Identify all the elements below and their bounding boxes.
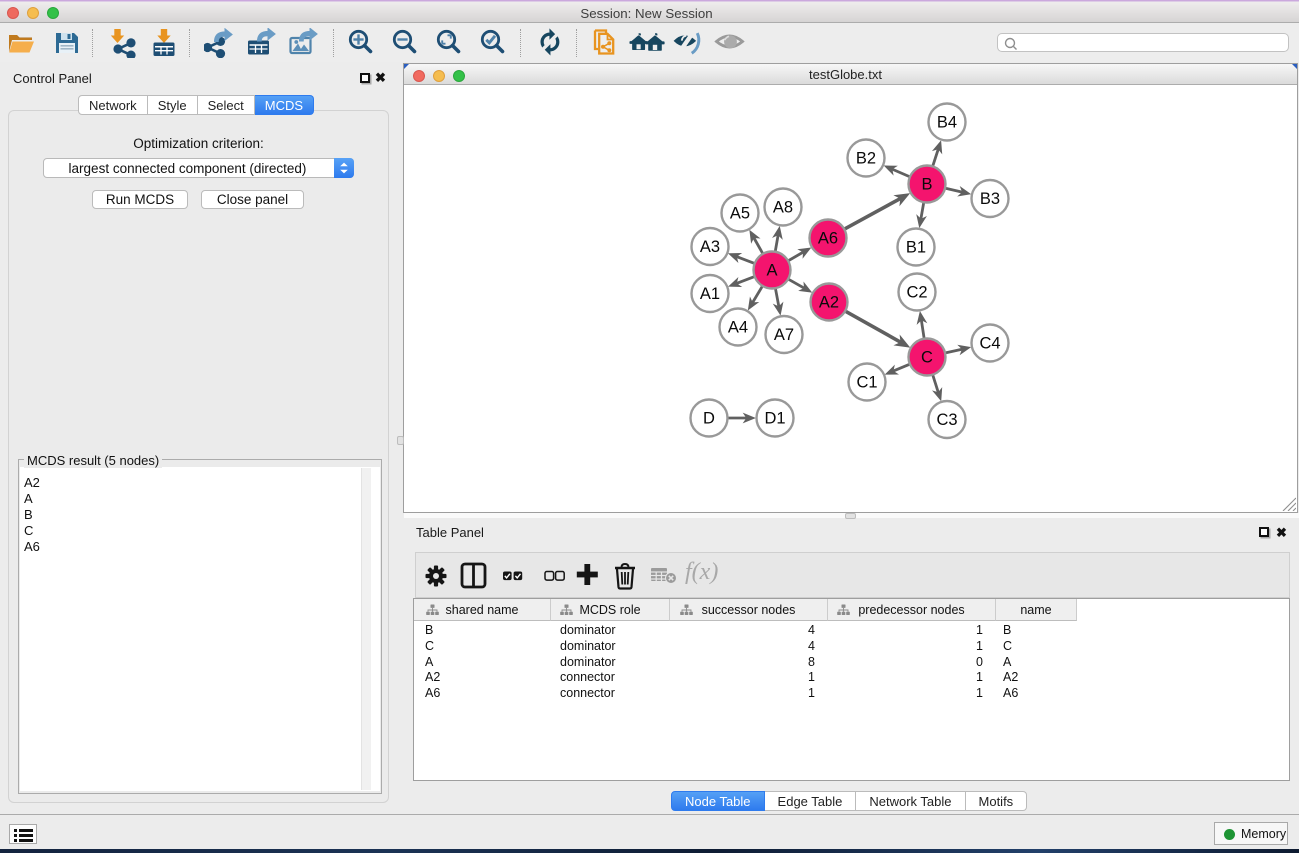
svg-text:A: A: [766, 262, 777, 280]
svg-text:D: D: [703, 410, 715, 428]
svg-text:A4: A4: [728, 319, 748, 337]
svg-text:B3: B3: [980, 190, 1000, 208]
svg-text:B4: B4: [937, 114, 957, 132]
svg-text:A3: A3: [700, 238, 720, 256]
svg-text:C: C: [921, 349, 933, 367]
svg-text:A6: A6: [818, 230, 838, 248]
svg-text:A1: A1: [700, 285, 720, 303]
svg-text:B: B: [921, 176, 932, 194]
svg-text:C1: C1: [856, 374, 877, 392]
svg-text:B2: B2: [856, 150, 876, 168]
svg-text:A5: A5: [730, 205, 750, 223]
svg-text:A7: A7: [774, 326, 794, 344]
svg-text:A2: A2: [819, 294, 839, 312]
svg-text:D1: D1: [764, 410, 785, 428]
svg-text:C3: C3: [936, 411, 957, 429]
svg-text:C4: C4: [979, 335, 1000, 353]
svg-text:B1: B1: [906, 239, 926, 257]
svg-text:A8: A8: [773, 199, 793, 217]
svg-text:C2: C2: [906, 284, 927, 302]
